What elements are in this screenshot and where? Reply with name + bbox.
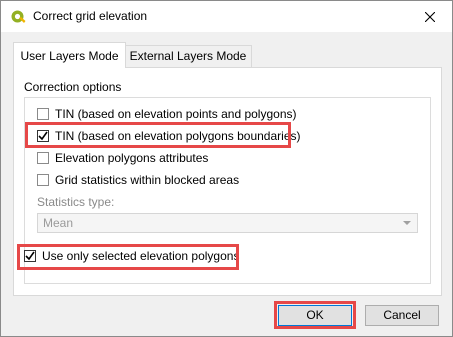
highlight-tin-boundaries [25, 122, 291, 148]
ok-button[interactable]: OK [278, 305, 352, 326]
tab-external-layers-mode[interactable]: External Layers Mode [124, 45, 252, 67]
option-elevation-polygons-attributes[interactable]: Elevation polygons attributes [37, 149, 208, 167]
highlight-use-selected [17, 244, 239, 270]
close-icon[interactable] [407, 1, 452, 32]
checkbox-unchecked-icon[interactable] [37, 174, 49, 186]
statistics-type-select[interactable]: Mean [37, 213, 418, 233]
qgis-logo-icon [11, 10, 26, 23]
statistics-type-label: Statistics type: [37, 195, 115, 209]
checkbox-unchecked-icon[interactable] [37, 152, 49, 164]
checkbox-unchecked-icon[interactable] [37, 108, 49, 120]
title-bar: Correct grid elevation [1, 1, 452, 32]
option-label: Grid statistics within blocked areas [55, 173, 240, 187]
option-label: TIN (based on elevation points and polyg… [55, 107, 297, 121]
tab-user-layers-mode[interactable]: User Layers Mode [13, 42, 126, 68]
option-grid-statistics[interactable]: Grid statistics within blocked areas [37, 171, 239, 189]
group-title: Correction options [24, 80, 122, 94]
option-tin-points-polygons[interactable]: TIN (based on elevation points and polyg… [37, 105, 296, 123]
dialog-window: Correct grid elevation User Layers Mode … [0, 0, 453, 337]
window-title: Correct grid elevation [33, 9, 148, 23]
cancel-button[interactable]: Cancel [365, 305, 439, 326]
statistics-type-value: Mean [43, 216, 74, 230]
option-label: Elevation polygons attributes [55, 151, 209, 165]
chevron-down-icon [403, 221, 411, 225]
